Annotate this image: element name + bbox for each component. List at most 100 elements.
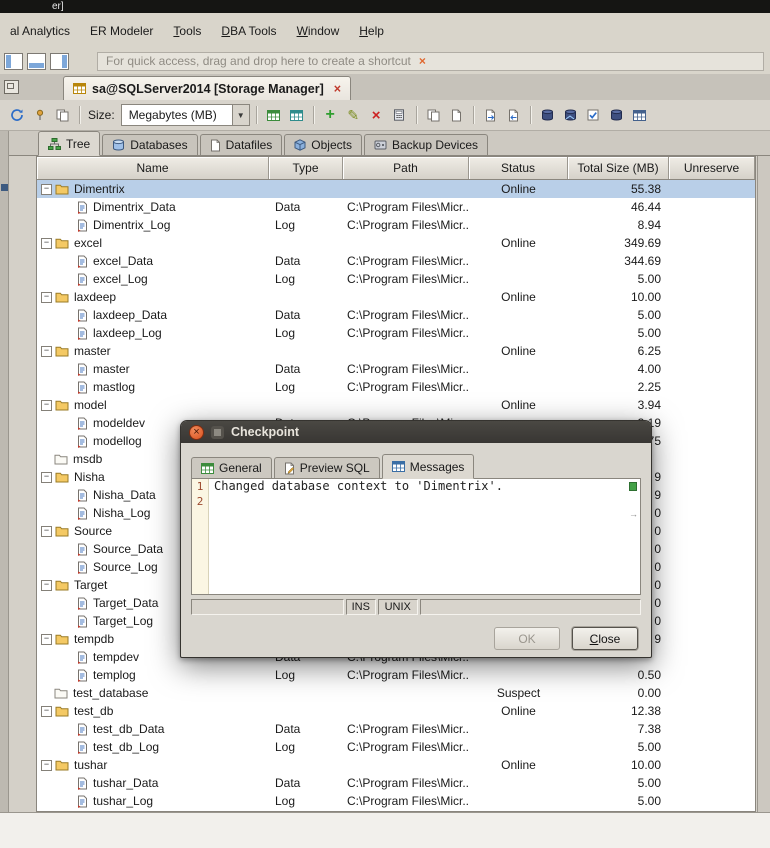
table-row[interactable]: tushar_Data Data C:\Program Files\Micr..… bbox=[37, 774, 755, 792]
grid-options-icon[interactable] bbox=[629, 106, 650, 125]
edit-icon[interactable]: ✎ bbox=[343, 106, 364, 125]
calculator-icon[interactable] bbox=[389, 106, 410, 125]
tab-messages[interactable]: Messages bbox=[381, 454, 475, 479]
tree-expander-icon[interactable]: − bbox=[41, 291, 52, 303]
toggle-bottom-panel-icon[interactable] bbox=[27, 52, 46, 70]
tab-general[interactable]: General bbox=[191, 457, 272, 478]
tree-expander-icon[interactable]: − bbox=[41, 759, 52, 771]
column-header[interactable]: Unreserve bbox=[669, 157, 755, 179]
refresh-icon[interactable] bbox=[6, 106, 27, 125]
ok-button[interactable]: OK bbox=[494, 627, 560, 650]
vertical-scrollbar[interactable] bbox=[757, 156, 770, 812]
menu-item-help[interactable]: Help bbox=[349, 21, 394, 41]
column-header[interactable]: Path bbox=[343, 157, 469, 179]
table-row[interactable]: − master Online 6.25 bbox=[37, 342, 755, 360]
table-row[interactable]: laxdeep_Data Data C:\Program Files\Micr.… bbox=[37, 306, 755, 324]
table-row[interactable]: Dimentrix_Log Log C:\Program Files\Micr.… bbox=[37, 216, 755, 234]
tree-expander-icon[interactable]: − bbox=[41, 399, 52, 411]
tree-expander-icon[interactable]: − bbox=[41, 345, 52, 357]
tab-storage-manager[interactable]: sa@SQLServer2014 [Storage Manager] × bbox=[63, 76, 352, 100]
menu-item-analytics[interactable]: al Analytics bbox=[0, 21, 80, 41]
shortcut-drop-area[interactable]: For quick access, drag and drop here to … bbox=[97, 51, 764, 71]
table-add-icon[interactable] bbox=[286, 106, 307, 125]
tree-expander-icon[interactable]: − bbox=[41, 579, 52, 591]
messages-editor[interactable]: 1 2 Changed database context to 'Dimentr… bbox=[191, 479, 641, 595]
tree-expander-icon[interactable]: − bbox=[41, 705, 52, 717]
unreserved-cell bbox=[669, 612, 755, 630]
checkpoint-icon[interactable] bbox=[583, 106, 604, 125]
column-header[interactable]: Total Size (MB) bbox=[568, 157, 669, 179]
table-row[interactable]: master Data C:\Program Files\Micr... 4.0… bbox=[37, 360, 755, 378]
tree-expander-icon[interactable]: − bbox=[41, 471, 52, 483]
table-row[interactable]: − model Online 3.94 bbox=[37, 396, 755, 414]
tab-close-icon[interactable]: × bbox=[334, 82, 341, 96]
copy-icon[interactable] bbox=[52, 106, 73, 125]
dialog-titlebar[interactable]: × Checkpoint bbox=[181, 421, 651, 443]
folder-icon bbox=[55, 705, 69, 717]
size-unit-value: Megabytes (MB) bbox=[128, 108, 217, 122]
dismiss-hint-icon[interactable]: × bbox=[419, 54, 426, 68]
tab-label: Databases bbox=[130, 138, 188, 152]
tab-databases[interactable]: Databases bbox=[102, 134, 198, 155]
size-unit-select[interactable]: Megabytes (MB) ▼ bbox=[120, 104, 250, 126]
datafile-icon bbox=[77, 489, 88, 502]
tab-backup-devices[interactable]: Backup Devices bbox=[363, 134, 489, 155]
table-row[interactable]: − tushar Online 10.00 bbox=[37, 756, 755, 774]
table-row[interactable]: − Dimentrix Online 55.38 bbox=[37, 180, 755, 198]
tab-tree[interactable]: Tree bbox=[38, 131, 101, 156]
tree-icon bbox=[48, 138, 61, 150]
tree-expander-icon[interactable]: − bbox=[41, 633, 52, 645]
tree-expander-icon[interactable]: − bbox=[41, 525, 52, 537]
table-row[interactable]: tushar_Log Log C:\Program Files\Micr... … bbox=[37, 792, 755, 810]
backup-database-icon[interactable] bbox=[537, 106, 558, 125]
export-icon[interactable] bbox=[480, 106, 501, 125]
pin-icon[interactable] bbox=[29, 106, 50, 125]
dialog-tab-bar: General Preview SQL Messages bbox=[191, 454, 641, 479]
shrink-database-icon[interactable] bbox=[606, 106, 627, 125]
dropdown-arrow-icon[interactable]: ▼ bbox=[231, 105, 249, 125]
table-row[interactable]: excel_Data Data C:\Program Files\Micr...… bbox=[37, 252, 755, 270]
collapsed-panel-icon[interactable] bbox=[1, 184, 8, 191]
add-datafile-icon[interactable]: + bbox=[320, 106, 341, 125]
table-row[interactable]: excel_Log Log C:\Program Files\Micr... 5… bbox=[37, 270, 755, 288]
restore-panel-icon[interactable] bbox=[4, 80, 19, 94]
delete-icon[interactable]: × bbox=[366, 106, 387, 125]
unreserved-cell bbox=[669, 504, 755, 522]
column-header[interactable]: Status bbox=[469, 157, 568, 179]
table-row[interactable]: templog Log C:\Program Files\Micr... 0.5… bbox=[37, 666, 755, 684]
menu-item-er-modeler[interactable]: ER Modeler bbox=[80, 21, 163, 41]
column-header[interactable]: Type bbox=[269, 157, 343, 179]
tab-objects[interactable]: Objects bbox=[284, 134, 362, 155]
path-cell bbox=[343, 684, 469, 702]
type-cell: Data bbox=[275, 722, 301, 736]
toggle-left-panel-icon[interactable] bbox=[4, 52, 23, 70]
table-row[interactable]: − excel Online 349.69 bbox=[37, 234, 755, 252]
table-row[interactable]: mastlog Log C:\Program Files\Micr... 2.2… bbox=[37, 378, 755, 396]
table-row[interactable]: − laxdeep Online 10.00 bbox=[37, 288, 755, 306]
tree-expander-icon[interactable]: − bbox=[41, 183, 52, 195]
paste-icon[interactable] bbox=[446, 106, 467, 125]
tab-preview-sql[interactable]: Preview SQL bbox=[273, 457, 380, 478]
datafile-icon bbox=[77, 255, 88, 268]
import-icon[interactable] bbox=[503, 106, 524, 125]
close-button[interactable]: Close bbox=[572, 627, 638, 650]
table-view-icon[interactable] bbox=[263, 106, 284, 125]
menu-item-dba-tools[interactable]: DBA Tools bbox=[211, 21, 286, 41]
toggle-right-panel-icon[interactable] bbox=[50, 52, 69, 70]
table-row[interactable]: test_db_Log Log C:\Program Files\Micr...… bbox=[37, 738, 755, 756]
tree-expander-icon[interactable]: − bbox=[41, 237, 52, 249]
folder-icon bbox=[54, 687, 68, 699]
restore-database-icon[interactable] bbox=[560, 106, 581, 125]
table-row[interactable]: test_db_Data Data C:\Program Files\Micr.… bbox=[37, 720, 755, 738]
table-row[interactable]: Dimentrix_Data Data C:\Program Files\Mic… bbox=[37, 198, 755, 216]
column-header[interactable]: Name bbox=[37, 157, 269, 179]
menu-item-tools[interactable]: Tools bbox=[163, 21, 211, 41]
dialog-close-icon[interactable]: × bbox=[189, 424, 204, 440]
menu-item-window[interactable]: Window bbox=[287, 21, 350, 41]
copy-rows-icon[interactable] bbox=[423, 106, 444, 125]
table-row[interactable]: − test_db Online 12.38 bbox=[37, 702, 755, 720]
table-row[interactable]: test_database Suspect 0.00 bbox=[37, 684, 755, 702]
table-row[interactable]: laxdeep_Log Log C:\Program Files\Micr...… bbox=[37, 324, 755, 342]
tab-label: Backup Devices bbox=[391, 138, 479, 152]
tab-datafiles[interactable]: Datafiles bbox=[199, 134, 283, 155]
